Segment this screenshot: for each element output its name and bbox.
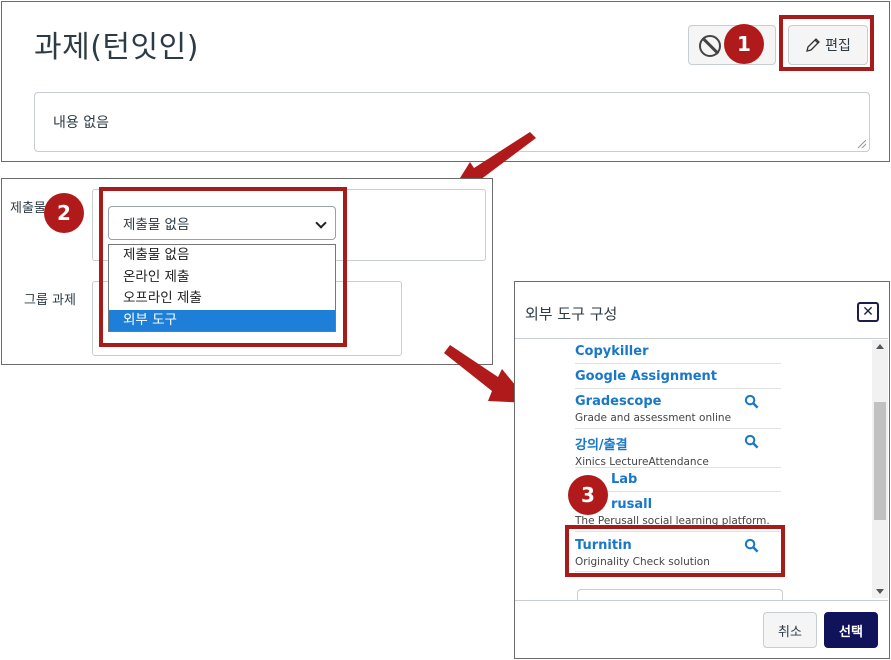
group-assignment-label: 그룹 과제 [24,293,76,308]
tool-description: Grade and assessment online [575,412,732,424]
tool-item-attendance[interactable]: 강의/출결 Xinics LectureAttendance [575,429,781,468]
external-tool-dialog: 외부 도구 구성 ✕ Copykiller Google Assignment … [514,281,890,659]
divider [515,338,888,339]
select-button[interactable]: 선택 [824,612,878,648]
dialog-title: 외부 도구 구성 [525,305,618,323]
description-text: 내용 없음 [53,115,109,131]
submission-label: 제출물 [10,201,46,216]
tool-item-gradescope[interactable]: Gradescope Grade and assessment online [575,389,781,429]
tool-item-google-assignment[interactable]: Google Assignment [575,364,781,389]
highlight-edit [779,15,874,71]
close-icon: ✕ [862,304,874,320]
tool-name: Google Assignment [575,369,718,384]
step-badge-1: 1 [724,24,764,64]
divider [515,600,888,601]
close-button[interactable]: ✕ [857,302,879,322]
highlight-dropdown [99,187,347,347]
magnifier-icon[interactable] [744,394,759,409]
tool-name: Lab [611,472,638,487]
cancel-button[interactable]: 취소 [763,612,817,648]
scroll-up-icon[interactable] [876,344,884,349]
scroll-down-icon[interactable] [876,589,884,594]
magnifier-icon[interactable] [744,434,759,449]
tool-item-copykiller[interactable]: Copykiller [575,340,781,364]
tool-name: Copykiller [575,344,649,359]
ban-icon [699,35,721,57]
step-badge-3: 3 [568,475,608,515]
highlight-turnitin [565,525,785,577]
page-title: 과제(턴잇인) [34,30,199,65]
step-badge-2: 2 [44,193,84,233]
tool-description: Xinics LectureAttendance [575,456,709,468]
resize-handle[interactable] [858,140,866,148]
scrollbar-thumb[interactable] [874,402,886,520]
scrollbar[interactable] [872,340,888,598]
